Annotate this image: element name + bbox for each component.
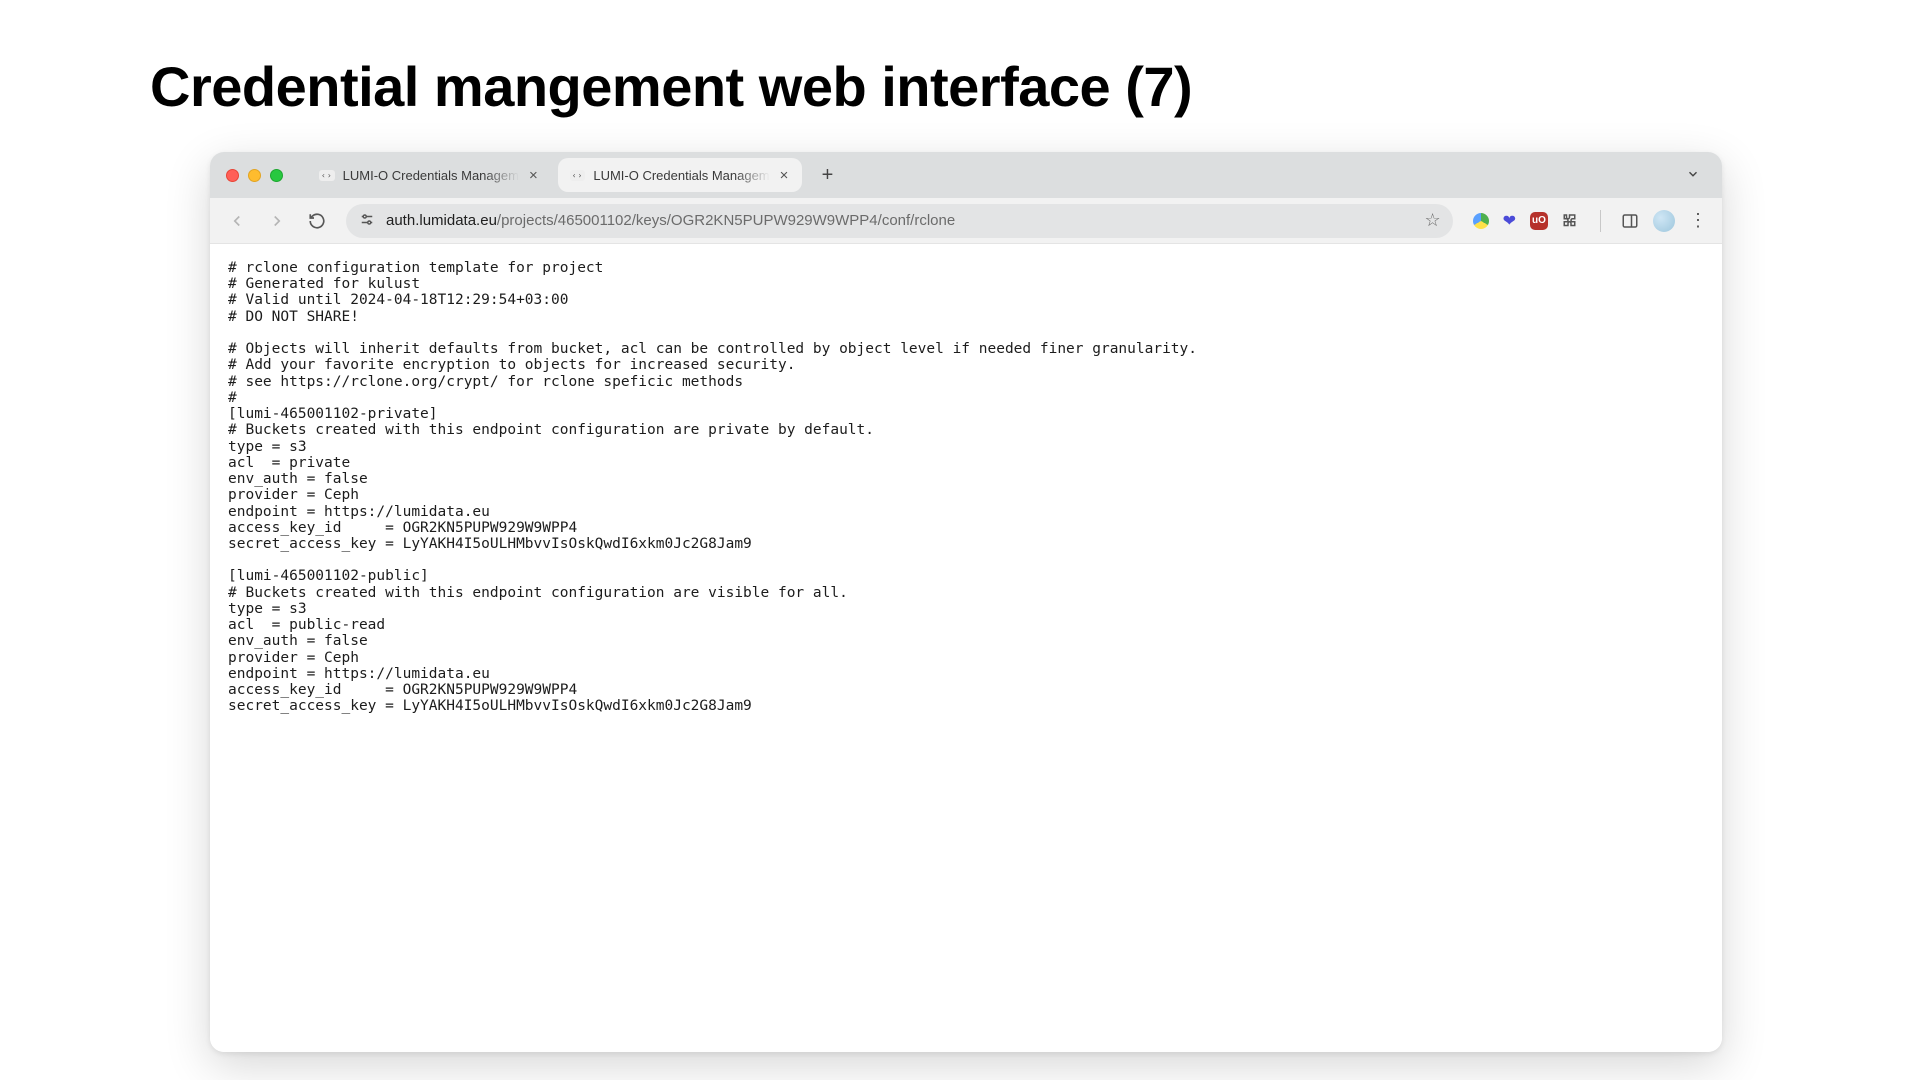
tab-list-button[interactable]	[1676, 161, 1710, 190]
new-tab-button[interactable]: +	[812, 160, 842, 190]
toolbar-divider	[1600, 210, 1601, 232]
browser-tab[interactable]: ‹› LUMI-O Credentials Managem ×	[307, 158, 552, 192]
site-settings-icon[interactable]	[358, 212, 376, 230]
tab-title: LUMI-O Credentials Managem	[593, 168, 769, 183]
tab-favicon-icon: ‹›	[319, 170, 335, 181]
browser-tab-active[interactable]: ‹› LUMI-O Credentials Managem ×	[558, 158, 803, 192]
profile-avatar[interactable]	[1653, 210, 1675, 232]
side-panel-icon[interactable]	[1621, 212, 1639, 230]
tab-strip: ‹› LUMI-O Credentials Managem × ‹› LUMI-…	[210, 152, 1722, 198]
url-path: /projects/465001102/keys/OGR2KN5PUPW929W…	[497, 212, 955, 229]
chrome-menu-button[interactable]: ⋮	[1689, 210, 1708, 231]
url-text: auth.lumidata.eu/projects/465001102/keys…	[386, 212, 1414, 229]
tab-title: LUMI-O Credentials Managem	[343, 168, 519, 183]
close-window-button[interactable]	[226, 169, 239, 182]
forward-button[interactable]	[260, 204, 294, 238]
back-button[interactable]	[220, 204, 254, 238]
browser-window: ‹› LUMI-O Credentials Managem × ‹› LUMI-…	[210, 152, 1722, 1052]
extension-ublock-icon[interactable]: uO	[1530, 212, 1548, 230]
tab-favicon-icon: ‹›	[570, 170, 586, 181]
close-tab-button[interactable]: ×	[527, 168, 540, 183]
page-content: # rclone configuration template for proj…	[210, 244, 1722, 1052]
slide-title: Credential mangement web interface (7)	[150, 54, 1192, 119]
zoom-window-button[interactable]	[270, 169, 283, 182]
address-bar[interactable]: auth.lumidata.eu/projects/465001102/keys…	[346, 204, 1453, 238]
url-host: auth.lumidata.eu	[386, 212, 497, 229]
rclone-config-text[interactable]: # rclone configuration template for proj…	[228, 260, 1704, 715]
close-tab-button[interactable]: ×	[778, 168, 791, 183]
minimize-window-button[interactable]	[248, 169, 261, 182]
browser-toolbar: auth.lumidata.eu/projects/465001102/keys…	[210, 198, 1722, 244]
extension-ghostery-icon[interactable]	[1473, 213, 1489, 229]
extension-icons: ❤ uO ⋮	[1473, 210, 1708, 232]
extension-heart-icon[interactable]: ❤	[1503, 211, 1516, 231]
window-controls	[226, 169, 283, 182]
bookmark-star-icon[interactable]: ☆	[1424, 210, 1440, 231]
reload-button[interactable]	[300, 204, 334, 238]
extensions-menu-icon[interactable]	[1562, 212, 1580, 230]
